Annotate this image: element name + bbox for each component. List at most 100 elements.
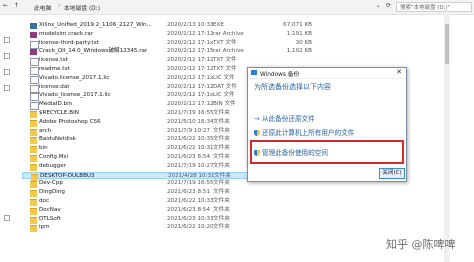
folder-icon xyxy=(30,225,37,233)
restore-files-link[interactable]: → 从此备份还原文件 xyxy=(254,113,315,123)
file-date: 2021/6/22 10:20 xyxy=(167,224,214,231)
file-name: DingDing xyxy=(39,189,65,196)
file-type: 文件夹 xyxy=(213,154,230,160)
file-icon xyxy=(30,102,39,111)
pin-icon xyxy=(4,69,10,75)
expand-icon[interactable] xyxy=(4,215,10,221)
file-type: BIN 文件 xyxy=(213,101,236,108)
file-date: 2021/6/23 8:54 xyxy=(167,154,211,160)
folder-icon xyxy=(30,119,37,127)
file-date: 2021/4/28 10:31 xyxy=(168,172,215,179)
file-icon xyxy=(30,67,39,75)
close-button[interactable]: 关闭(C) xyxy=(379,168,405,179)
file-name: license.txt xyxy=(39,57,69,64)
dialog-heading: 为所选备份选择以下内容 xyxy=(254,83,331,91)
folder-icon xyxy=(30,216,37,224)
file-row[interactable]: ipm 2021/6/22 10:20 文件夹 xyxy=(22,224,322,233)
file-icon xyxy=(30,84,39,93)
file-date: 2020/2/12 17:1x xyxy=(167,92,214,99)
folder-icon xyxy=(30,137,37,145)
file-row[interactable]: license-third-party.txt 2020/2/12 17:1x TX… xyxy=(22,39,322,49)
file-date: 2020/2/12 17:1x xyxy=(167,74,214,81)
scrollbar-thumb[interactable] xyxy=(445,24,449,64)
file-type: EXE xyxy=(213,22,224,28)
file-row[interactable]: modelsim crack.rar 2020/2/12 17:12 rar Arc… xyxy=(22,31,322,39)
file-type: 文件夹 xyxy=(213,110,230,116)
file-date: 2020/2/12 17:12 xyxy=(167,83,214,90)
folder-icon xyxy=(30,155,37,162)
file-date: 2021/5/10 16:34 xyxy=(167,118,214,125)
file-type: TXT 文件 xyxy=(213,57,237,64)
pin-icon xyxy=(4,53,10,59)
search-input[interactable]: 搜索"本地磁盘 (D:)" xyxy=(396,2,472,12)
file-row[interactable]: doc 2021/6/22 10:33 文件夹 xyxy=(22,198,322,206)
file-date: 2020/2/12 17:12 xyxy=(167,30,214,37)
file-name: doc xyxy=(39,198,50,204)
file-row[interactable]: DingDing 2021/6/23 8:51 文件夹 xyxy=(22,189,322,198)
file-date: 2021/7/19 16:55 xyxy=(167,110,214,116)
folder-icon xyxy=(30,111,37,118)
file-name: $RECYCLE.BIN xyxy=(39,110,79,116)
file-type: 文件夹 xyxy=(213,198,230,204)
folder-icon xyxy=(30,163,37,171)
file-date: 2021/6/23 10:33 xyxy=(167,215,214,222)
file-type: 文件夹 xyxy=(213,136,230,143)
file-type: 文件夹 xyxy=(213,162,230,169)
close-icon[interactable]: ✕ xyxy=(396,68,402,76)
file-name: BaiduNetdisk xyxy=(39,136,76,143)
pin-icon xyxy=(4,85,10,91)
file-date: 2020/2/12 17:15 xyxy=(167,48,214,55)
up-icon[interactable]: ↑ xyxy=(14,3,19,9)
file-name: Crack_QII_14.0_Windows破解12345.rar xyxy=(39,48,148,55)
breadcrumb-drive[interactable]: 本地磁盘 (D:) xyxy=(64,3,100,12)
file-date: 2021/6/22 10:33 xyxy=(167,198,214,204)
windows-backup-dialog: Windows 备份 ✕ 为所选备份选择以下内容 → 从此备份还原文件 还原此计算… xyxy=(247,67,407,182)
arrow-right-icon: → xyxy=(254,115,260,123)
file-date: 2021/6/22 10:35 xyxy=(167,136,214,143)
file-type: rar Archive xyxy=(213,30,244,37)
refresh-icon[interactable]: ⟳ xyxy=(386,3,391,9)
file-name: MediaID.bin xyxy=(39,101,73,108)
folder-icon xyxy=(30,190,37,198)
file-size: 30 KB xyxy=(295,39,312,46)
file-date: 2020/2/12 17:12 xyxy=(167,101,214,108)
back-icon[interactable]: ← xyxy=(3,3,8,9)
file-row[interactable]: DTLSoft 2021/6/23 10:33 文件夹 xyxy=(22,216,322,224)
dropdown-icon[interactable]: ⌄ xyxy=(376,3,381,9)
restore-all-users-link[interactable]: 还原此计算机上所有用户的文件 xyxy=(254,127,354,137)
file-name: license.dat xyxy=(39,83,70,90)
file-name: Vivado.license_2017.1.lic xyxy=(39,74,110,81)
file-name: Config.Msi xyxy=(39,154,69,160)
file-icon xyxy=(30,93,39,102)
file-type: LIC 文件 xyxy=(213,92,235,99)
file-size: 1,102 KB xyxy=(286,48,312,55)
file-name: readme.txt xyxy=(39,66,70,72)
folder-icon xyxy=(30,207,37,215)
file-name: license-third-party.txt xyxy=(39,39,100,46)
navigation-pane xyxy=(0,15,20,262)
file-type: 文件夹 xyxy=(213,127,230,134)
breadcrumb-this-pc[interactable]: 此电脑 xyxy=(34,3,51,12)
file-type: TXT 文件 xyxy=(213,39,237,46)
file-row[interactable]: Xilinx_Unified_2019.2_1106_2127_Win... 20… xyxy=(22,22,322,30)
file-row[interactable]: DocNav 2021/6/23 8:54 文件夹 xyxy=(22,207,322,215)
backup-app-icon xyxy=(251,70,257,75)
scrollbar[interactable] xyxy=(444,14,450,262)
file-name: Adobe Photoshop CS6 xyxy=(39,118,101,125)
file-icon xyxy=(30,75,39,84)
file-date: 2020/2/13 10:33 xyxy=(167,22,214,28)
file-date: 2020/2/12 17:12 xyxy=(167,66,214,72)
file-type: rar Archive xyxy=(213,48,244,55)
folder-icon xyxy=(30,146,37,154)
shield-icon xyxy=(254,130,260,136)
file-row[interactable]: Crack_QII_14.0_Windows破解12345.rar 2020/2/… xyxy=(22,48,322,56)
file-date: 2021/6/23 8:54 xyxy=(167,206,211,213)
file-type: 文件夹 xyxy=(213,180,230,187)
archive-icon xyxy=(30,31,37,38)
pin-icon xyxy=(4,37,10,43)
file-row[interactable]: license.txt 2020/2/12 17:12 TXT 文件 xyxy=(22,57,322,67)
file-date: 2021/6/23 8:51 xyxy=(167,189,211,196)
file-date: 2021/7/9 10:27 xyxy=(167,127,211,134)
folder-icon xyxy=(30,181,37,189)
file-type: 文件夹 xyxy=(213,224,230,231)
